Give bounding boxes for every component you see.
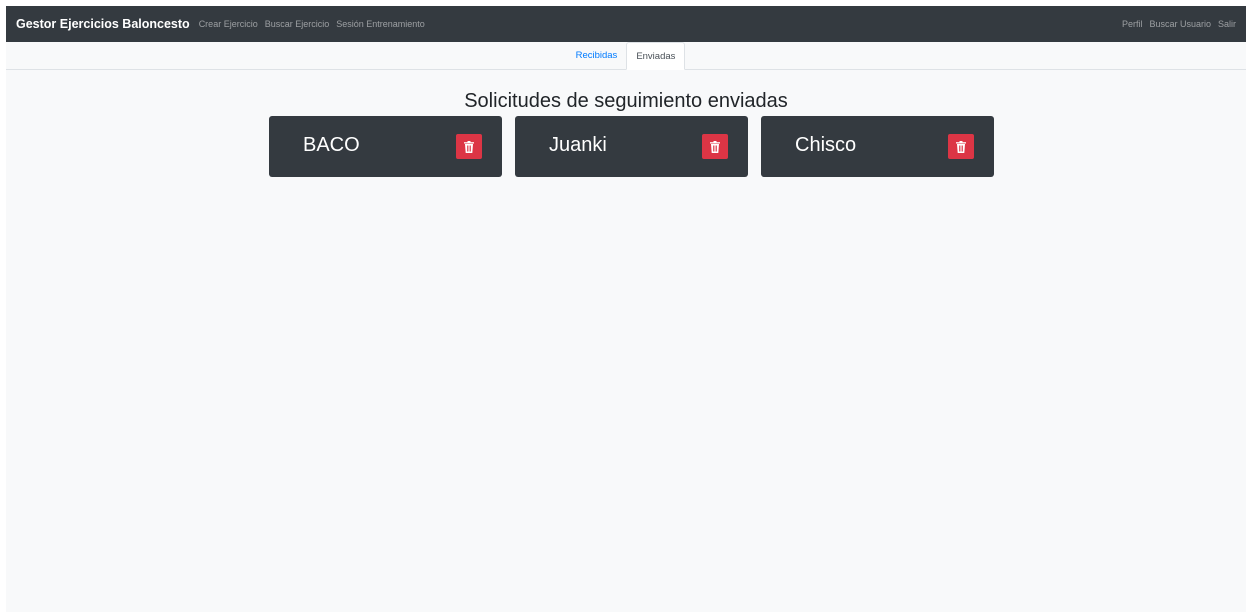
delete-request-button[interactable]	[948, 134, 974, 159]
delete-request-button[interactable]	[456, 134, 482, 159]
app-frame: Gestor Ejercicios Baloncesto Crear Ejerc…	[6, 6, 1246, 612]
request-user-name: BACO	[303, 133, 360, 156]
tab-enviadas[interactable]: Enviadas	[626, 42, 686, 70]
request-card: Juanki	[515, 116, 748, 177]
trash-icon	[464, 140, 474, 153]
request-user-name: Juanki	[549, 133, 607, 156]
nav-link-buscar-ejercicio[interactable]: Buscar Ejercicio	[265, 19, 330, 29]
delete-request-button[interactable]	[702, 134, 728, 159]
page-title: Solicitudes de seguimiento enviadas	[464, 90, 788, 112]
nav-link-salir[interactable]: Salir	[1218, 19, 1236, 29]
nav-link-perfil[interactable]: Perfil	[1122, 19, 1143, 29]
request-user-name: Chisco	[795, 133, 857, 156]
top-navbar: Gestor Ejercicios Baloncesto Crear Ejerc…	[6, 6, 1246, 42]
trash-icon	[710, 140, 720, 153]
trash-icon	[956, 140, 966, 153]
request-tabs: Recibidas Enviadas	[6, 42, 1246, 70]
nav-link-crear-ejercicio[interactable]: Crear Ejercicio	[199, 19, 258, 29]
request-card: BACO	[269, 116, 502, 177]
brand-link[interactable]: Gestor Ejercicios Baloncesto	[16, 17, 190, 31]
tab-recibidas[interactable]: Recibidas	[567, 42, 627, 69]
nav-right-group: Perfil Buscar Usuario Salir	[1115, 19, 1236, 29]
nav-link-sesion-entrenamiento[interactable]: Sesión Entrenamiento	[336, 19, 425, 29]
request-card: Chisco	[761, 116, 994, 177]
nav-link-buscar-usuario[interactable]: Buscar Usuario	[1149, 19, 1211, 29]
request-card-list: BACO Juanki Chisco	[269, 116, 994, 177]
